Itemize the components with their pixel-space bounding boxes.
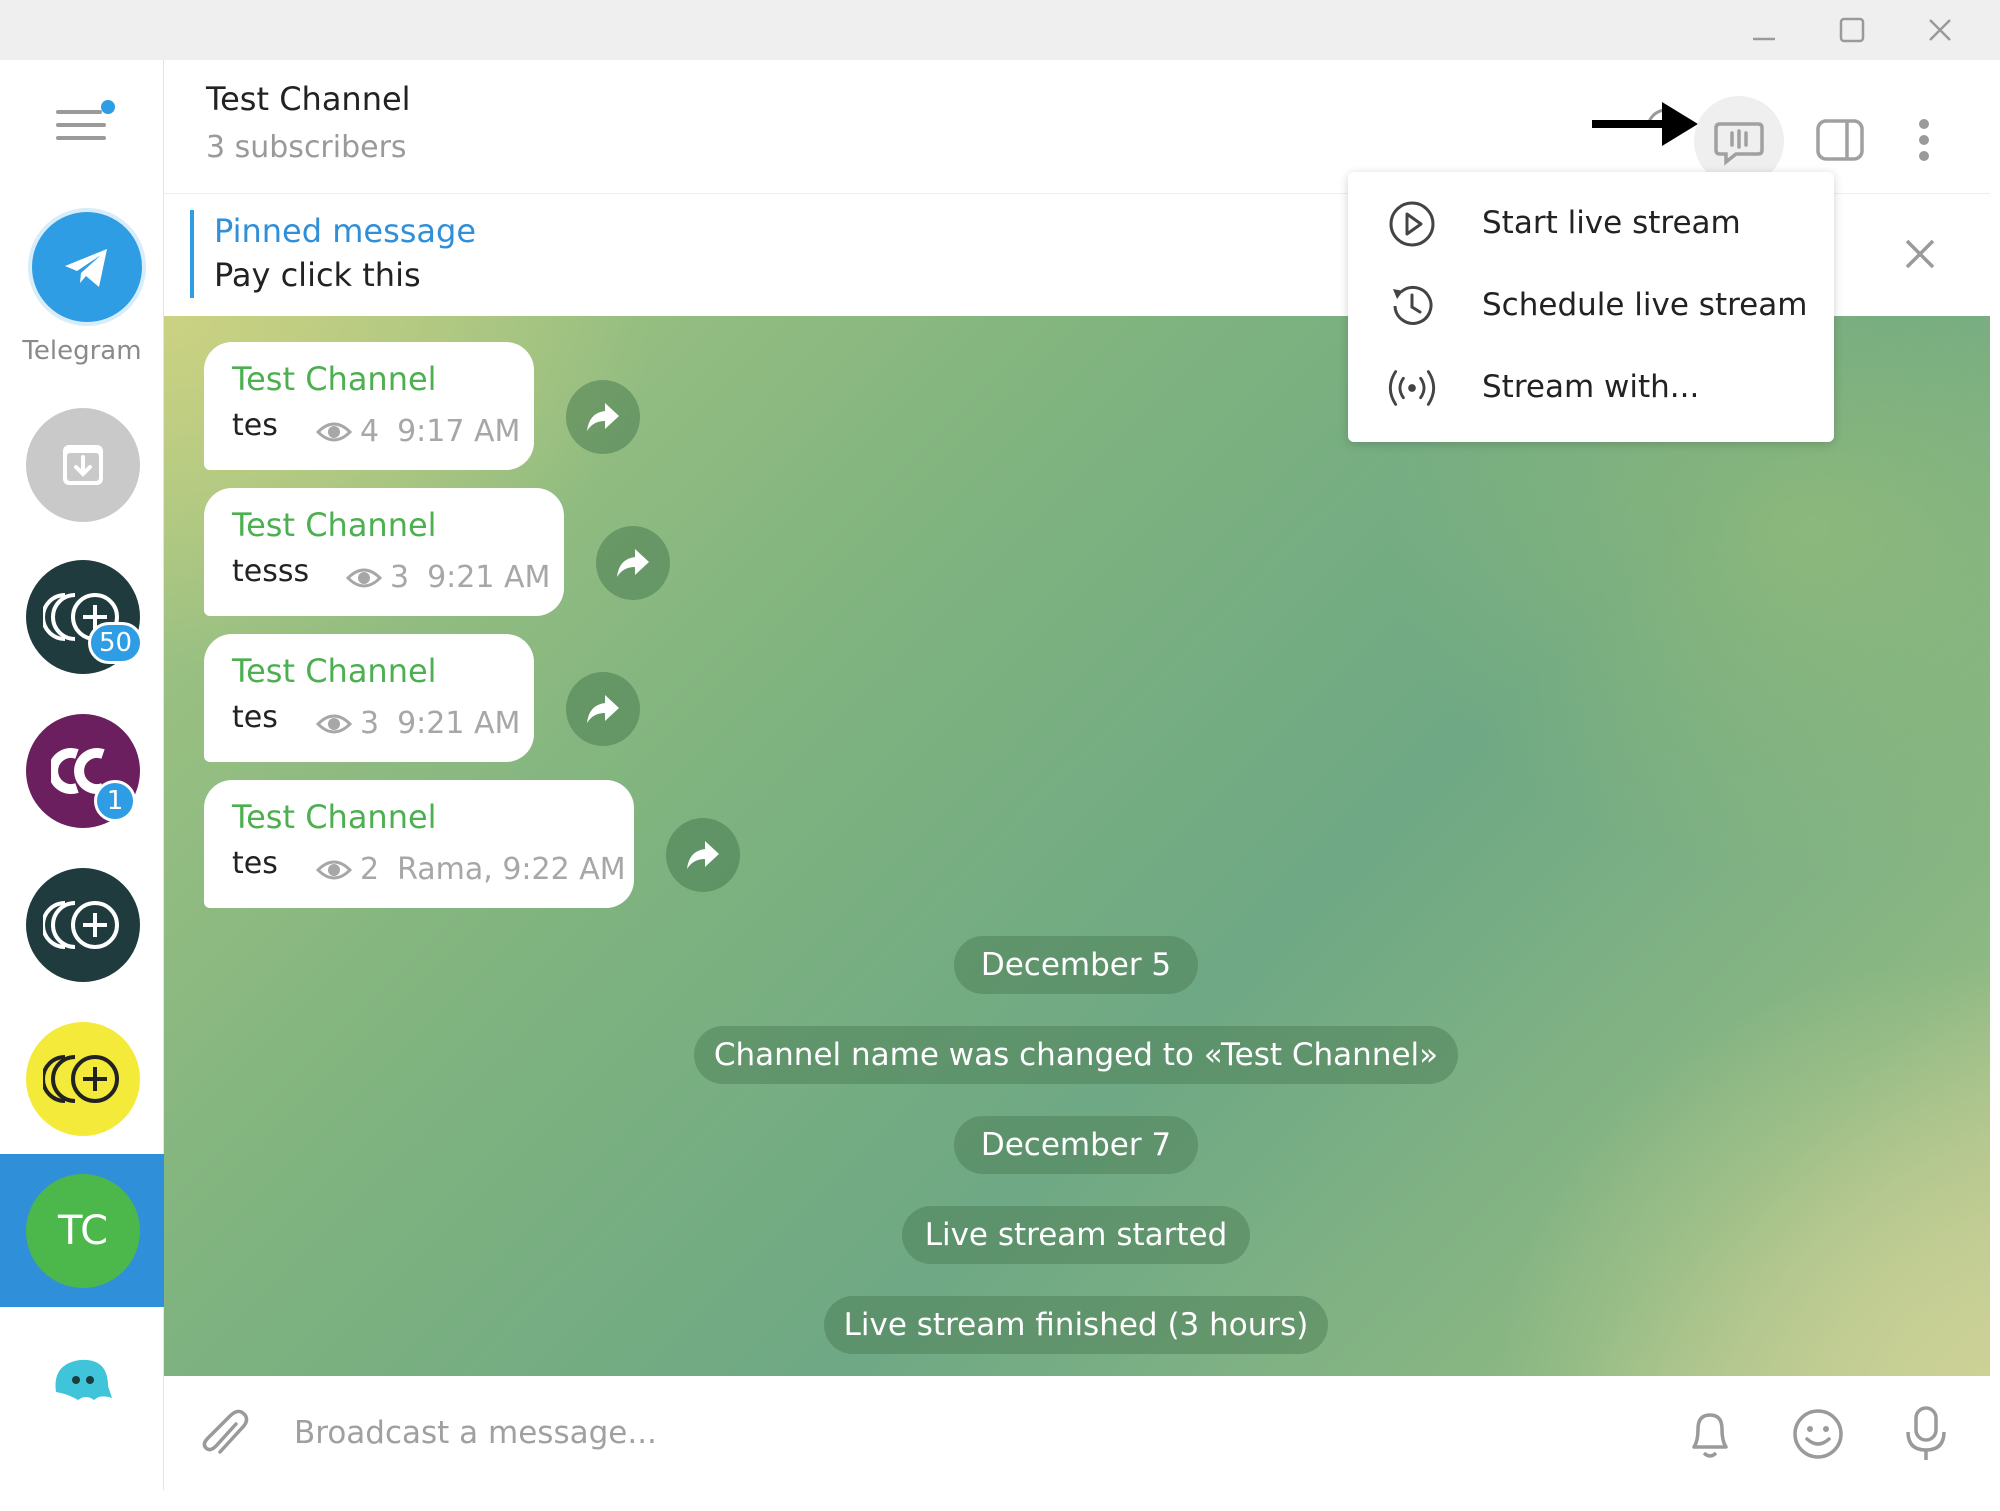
minimize-icon[interactable] xyxy=(1742,8,1786,52)
stream-with-item[interactable]: Stream with... xyxy=(1348,346,1834,428)
schedule-live-stream-item[interactable]: Schedule live stream xyxy=(1348,264,1834,346)
date-separator: December 7 xyxy=(954,1116,1198,1174)
message-meta: 4 9:17 AM xyxy=(316,414,520,449)
message-author: Test Channel xyxy=(232,652,437,690)
pinned-text: Pay click this xyxy=(214,256,421,294)
message-author: Test Channel xyxy=(232,798,437,836)
telegram-icon xyxy=(65,249,107,287)
start-live-stream-item[interactable]: Start live stream xyxy=(1348,182,1834,264)
ghost-icon xyxy=(55,1359,112,1400)
arrow-icon xyxy=(1592,102,1698,146)
pinned-title: Pinned message xyxy=(214,212,477,250)
message-input-bar xyxy=(164,1376,1990,1490)
message-meta: 2 Rama, 9:22 AM xyxy=(316,852,626,887)
menu-item-label: Stream with... xyxy=(1482,369,1700,405)
more-options-icon[interactable] xyxy=(1894,100,1954,180)
title-bar xyxy=(0,0,2000,60)
maximize-icon[interactable] xyxy=(1830,8,1874,52)
message-author: Test Channel xyxy=(232,360,437,398)
sidebar-toggle-icon[interactable] xyxy=(1800,100,1880,180)
chat-history[interactable]: Test Channel tes 4 9:17 AM Test Channel … xyxy=(164,316,1990,1376)
service-message: Live stream finished (3 hours) xyxy=(824,1296,1328,1354)
attach-icon[interactable] xyxy=(192,1402,256,1466)
message-time: 9:21 AM xyxy=(427,560,551,595)
share-icon xyxy=(687,841,719,869)
menu-item-label: Schedule live stream xyxy=(1482,287,1808,323)
live-stream-icon xyxy=(1714,122,1764,166)
subscriber-count: 3 subscribers xyxy=(206,130,407,165)
emoji-icon[interactable] xyxy=(1786,1402,1850,1466)
pinned-accent-bar xyxy=(190,210,194,298)
date-separator: December 5 xyxy=(954,936,1198,994)
message-time: 9:17 AM xyxy=(397,414,521,449)
message-bubble[interactable]: Test Channel tesss 3 9:21 AM xyxy=(204,488,564,616)
views-icon xyxy=(346,568,382,587)
menu-item-label: Start live stream xyxy=(1482,205,1741,241)
message-bubble[interactable]: Test Channel tes 4 9:17 AM xyxy=(204,342,534,470)
close-pinned-icon[interactable] xyxy=(1894,228,1946,280)
share-button[interactable] xyxy=(566,380,640,454)
channel-avatar-2[interactable]: 1 xyxy=(26,714,140,828)
message-meta: 3 9:21 AM xyxy=(316,706,520,741)
view-count: 4 xyxy=(360,414,380,449)
share-button[interactable] xyxy=(566,672,640,746)
share-icon xyxy=(587,695,619,723)
view-count: 3 xyxy=(390,560,410,595)
bot-avatar[interactable] xyxy=(46,1350,118,1410)
service-message: Channel name was changed to «Test Channe… xyxy=(694,1026,1458,1084)
share-icon xyxy=(587,403,619,431)
live-stream-menu: Start live stream Schedule live stream S… xyxy=(1348,172,1834,442)
telegram-window: Telegram 50 1 TC Test Channel 3 subscrib… xyxy=(0,0,2000,1511)
share-icon xyxy=(617,549,649,577)
views-icon xyxy=(316,714,352,733)
telegram-folder-label: Telegram xyxy=(22,336,142,366)
bell-icon[interactable] xyxy=(1678,1402,1742,1466)
test-channel-avatar[interactable]: TC xyxy=(26,1174,140,1288)
telegram-folder-avatar[interactable] xyxy=(28,208,146,326)
coins-icon xyxy=(43,901,119,949)
message-bubble[interactable]: Test Channel tes 3 9:21 AM xyxy=(204,634,534,762)
menu-icon[interactable] xyxy=(52,98,116,148)
history-clock-icon xyxy=(1386,280,1438,332)
message-text: tesss xyxy=(232,554,310,589)
views-icon xyxy=(316,422,352,441)
share-button[interactable] xyxy=(666,818,740,892)
message-text: tes xyxy=(232,408,278,443)
chat-title[interactable]: Test Channel xyxy=(206,80,411,118)
channel-avatar-1[interactable]: 50 xyxy=(26,560,144,674)
channel-avatar-3[interactable] xyxy=(26,868,140,982)
views-icon xyxy=(316,860,352,879)
service-message: Live stream started xyxy=(902,1206,1250,1264)
view-count: 3 xyxy=(360,706,380,741)
view-count: 2 xyxy=(360,852,380,887)
message-author: Test Channel xyxy=(232,506,437,544)
broadcast-icon xyxy=(1386,362,1438,414)
message-bubble[interactable]: Test Channel tes 2 Rama, 9:22 AM xyxy=(204,780,634,908)
archive-icon xyxy=(63,445,103,485)
share-button[interactable] xyxy=(596,526,670,600)
close-icon[interactable] xyxy=(1918,8,1962,52)
message-text: tes xyxy=(232,700,278,735)
play-circle-icon xyxy=(1386,198,1438,250)
folders-sidebar: Telegram 50 1 TC xyxy=(0,60,164,1490)
message-time: 9:21 AM xyxy=(397,706,521,741)
coins-icon xyxy=(43,1055,119,1103)
microphone-icon[interactable] xyxy=(1894,1400,1958,1468)
avatar-initials: TC xyxy=(57,1208,109,1254)
message-time: Rama, 9:22 AM xyxy=(397,852,626,887)
message-text: tes xyxy=(232,846,278,881)
archive-avatar[interactable] xyxy=(26,408,140,522)
unread-badge: 1 xyxy=(94,780,136,822)
unread-badge: 50 xyxy=(88,622,144,664)
message-input[interactable] xyxy=(294,1408,1494,1458)
message-meta: 3 9:21 AM xyxy=(346,560,550,595)
channel-avatar-4[interactable] xyxy=(26,1022,140,1136)
